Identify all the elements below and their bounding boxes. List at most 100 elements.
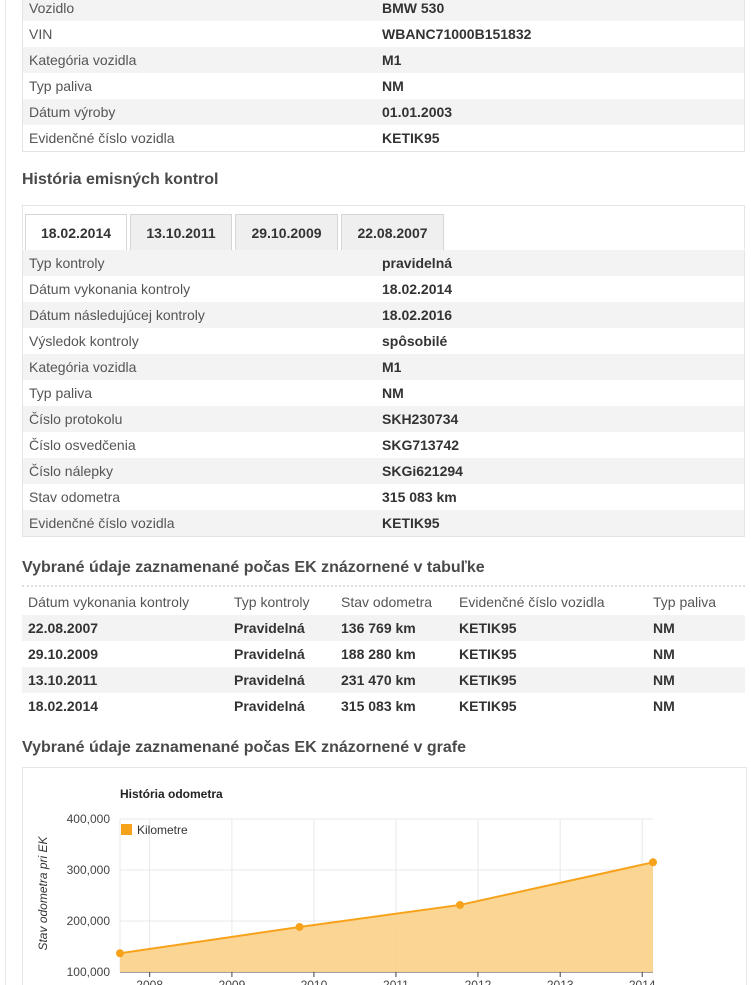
data-point: [116, 949, 124, 958]
tab-22.08.2007[interactable]: 22.08.2007: [341, 214, 444, 250]
table-row: 29.10.2009 Pravidelná 188 280 km KETIK95 NM: [22, 641, 745, 667]
history-tabs: 18.02.2014 13.10.2011 29.10.2009 22.08.2007: [22, 205, 745, 251]
table-cell: KETIK95: [459, 646, 517, 662]
table-cell: 188 280 km: [341, 646, 416, 662]
history-value: SKG713742: [382, 437, 460, 453]
table-cell: NM: [653, 698, 675, 714]
history-row: Typ kontroly pravidelná: [23, 250, 744, 276]
table-cell: 18.02.2014: [28, 698, 99, 714]
tab-18.02.2014[interactable]: 18.02.2014: [25, 214, 127, 251]
history-row: Výsledok kontroly spôsobilé: [23, 328, 744, 354]
legend-swatch: [121, 824, 132, 835]
table-cell: 29.10.2009: [28, 646, 99, 662]
vehicle-label: Typ paliva: [29, 78, 93, 94]
history-row: Dátum následujúcej kontroly 18.02.2016: [23, 302, 744, 328]
history-label: Výsledok kontroly: [29, 333, 139, 349]
history-value: KETIK95: [382, 515, 440, 531]
vehicle-row: VIN WBANC71000B151832: [23, 21, 744, 47]
inspections-table: Dátum vykonania kontroly Typ kontroly Stav…: [22, 589, 745, 719]
history-value: NM: [382, 385, 404, 401]
history-value: pravidelná: [382, 255, 453, 271]
history-title: História emisných kontrol: [22, 171, 219, 188]
column-header: Typ kontroly: [234, 594, 310, 610]
y-tick-label: 200,000: [67, 914, 111, 928]
vehicle-label: Kategória vozidla: [29, 52, 137, 68]
tab-29.10.2009[interactable]: 29.10.2009: [235, 214, 338, 250]
table-cell: NM: [653, 620, 675, 636]
vehicle-label: Dátum výroby: [29, 104, 116, 120]
vehicle-info-table: Vozidlo BMW 530 VIN WBANC71000B151832 Kategó…: [22, 0, 745, 152]
x-tick-label: 2008: [136, 978, 163, 985]
table-row: 13.10.2011 Pravidelná 231 470 km KETIK95 NM: [22, 667, 745, 693]
history-row: Stav odometra 315 083 km: [23, 484, 744, 510]
history-row: Kategória vozidla M1: [23, 354, 744, 380]
table-cell: Pravidelná: [234, 672, 305, 688]
history-label: Číslo protokolu: [29, 411, 123, 427]
table-cell: KETIK95: [459, 672, 517, 688]
table-cell: KETIK95: [459, 698, 517, 714]
history-label: Dátum následujúcej kontroly: [29, 307, 205, 323]
history-label: Kategória vozidla: [29, 359, 137, 375]
table-cell: NM: [653, 646, 675, 662]
history-row: Číslo osvedčenia SKG713742: [23, 432, 744, 458]
vehicle-label: Evidenčné číslo vozidla: [29, 130, 175, 146]
table-cell: Pravidelná: [234, 698, 305, 714]
table-section-title: Vybrané údaje zaznamenané počas EK znázo…: [22, 559, 485, 576]
history-row: Dátum vykonania kontroly 18.02.2014: [23, 276, 744, 302]
vehicle-row: Typ paliva NM: [23, 73, 744, 99]
y-tick-label: 300,000: [67, 863, 111, 877]
data-point: [455, 900, 464, 909]
x-tick-label: 2013: [547, 978, 574, 985]
table-cell: Pravidelná: [234, 620, 305, 636]
table-cell: 315 083 km: [341, 698, 416, 714]
table-section-divider: [22, 585, 745, 587]
column-header: Typ paliva: [653, 594, 717, 610]
column-header: Stav odometra: [341, 594, 433, 610]
table-cell: 22.08.2007: [28, 620, 99, 636]
x-tick-label: 2014: [629, 978, 656, 985]
history-value: 18.02.2014: [382, 281, 453, 297]
vehicle-value: WBANC71000B151832: [382, 26, 532, 42]
history-label: Číslo nálepky: [29, 463, 114, 479]
x-tick-label: 2010: [301, 978, 328, 985]
history-value: M1: [382, 359, 402, 375]
history-value: SKH230734: [382, 411, 459, 427]
vehicle-value: 01.01.2003: [382, 104, 453, 120]
history-value: 18.02.2016: [382, 307, 453, 323]
history-row: Evidenčné číslo vozidla KETIK95: [23, 510, 744, 536]
tab-13.10.2011[interactable]: 13.10.2011: [130, 214, 232, 250]
history-label: Typ paliva: [29, 385, 93, 401]
history-label: Stav odometra: [29, 489, 121, 505]
column-header: Dátum vykonania kontroly: [28, 594, 190, 610]
table-cell: KETIK95: [459, 620, 517, 636]
table-cell: Pravidelná: [234, 646, 305, 662]
x-tick-label: 2011: [383, 978, 409, 985]
x-tick-label: 2012: [465, 978, 492, 985]
history-row: Číslo nálepky SKGi621294: [23, 458, 744, 484]
vehicle-row: Dátum výroby 01.01.2003: [23, 99, 744, 125]
chart-section-title: Vybrané údaje zaznamenané počas EK znázo…: [22, 739, 466, 756]
page-border: [5, 0, 6, 985]
table-header-row: Dátum vykonania kontroly Typ kontroly Stav…: [22, 589, 745, 615]
chart-title: História odometra: [120, 787, 223, 801]
history-value: SKGi621294: [382, 463, 463, 479]
data-point: [295, 922, 304, 931]
odometer-chart-svg: História odometra 100,000 200,000 300,000 40…: [36, 787, 657, 985]
x-tick-label: 2009: [219, 978, 246, 985]
legend-label: Kilometre: [137, 823, 188, 837]
history-label: Typ kontroly: [29, 255, 105, 271]
y-tick-label: 400,000: [67, 812, 111, 826]
table-row: 22.08.2007 Pravidelná 136 769 km KETIK95 NM: [22, 615, 745, 641]
y-axis-label: Stav odometra pri EK: [36, 835, 50, 950]
column-header: Evidenčné číslo vozidla: [459, 594, 605, 610]
odometer-chart: História odometra 100,000 200,000 300,000 40…: [22, 767, 747, 985]
vehicle-row: Evidenčné číslo vozidla KETIK95: [23, 125, 744, 151]
history-row: Číslo protokolu SKH230734: [23, 406, 744, 432]
table-row: 18.02.2014 Pravidelná 315 083 km KETIK95 NM: [22, 693, 745, 719]
history-label: Dátum vykonania kontroly: [29, 281, 191, 297]
table-cell: NM: [653, 672, 675, 688]
vehicle-value: BMW 530: [382, 0, 445, 16]
table-cell: 136 769 km: [341, 620, 416, 636]
vehicle-label: Vozidlo: [29, 0, 75, 16]
history-value: 315 083 km: [382, 489, 457, 505]
